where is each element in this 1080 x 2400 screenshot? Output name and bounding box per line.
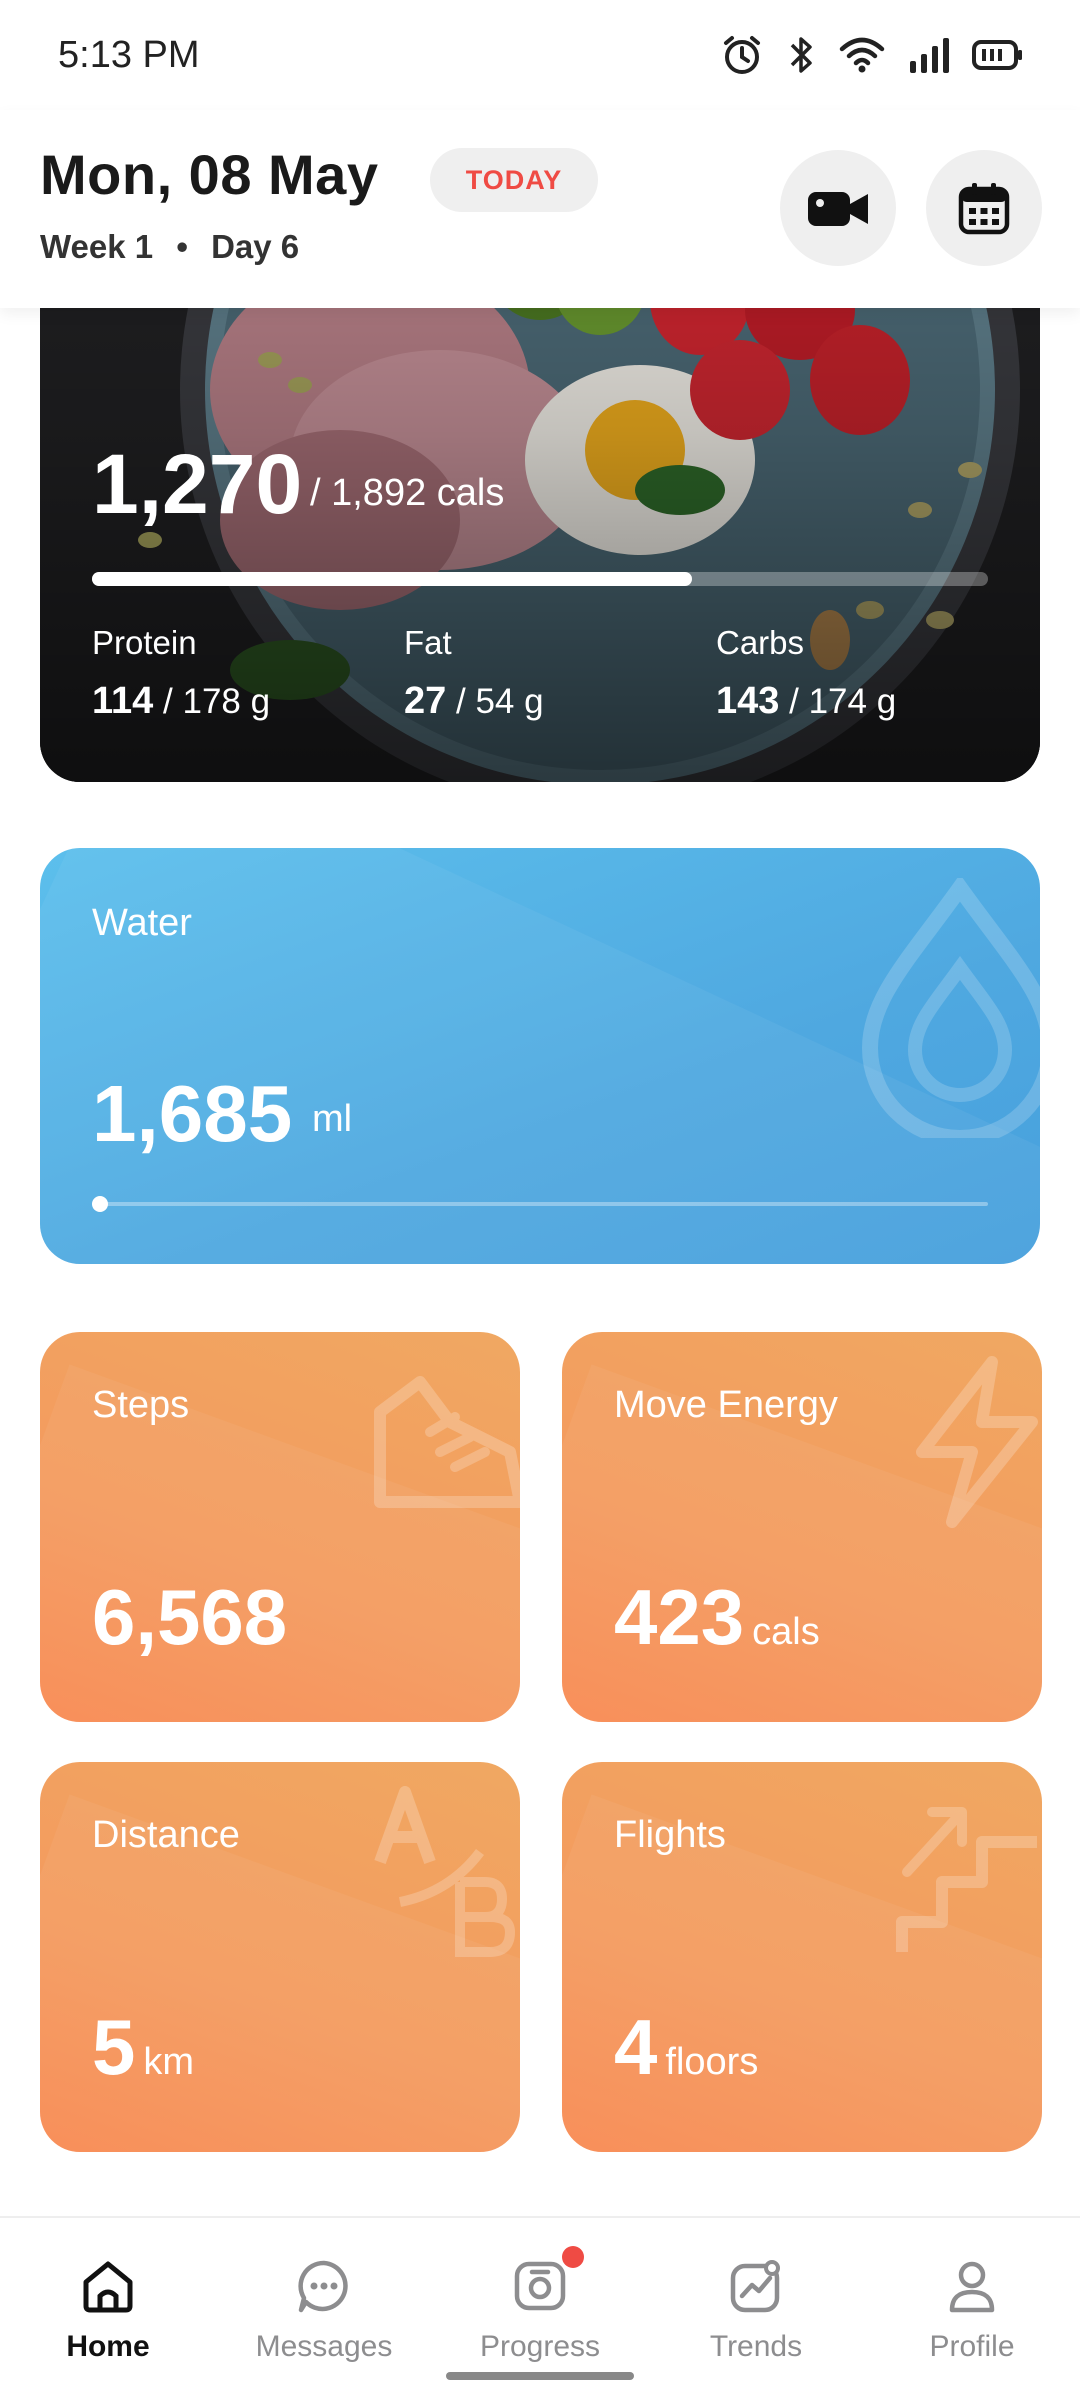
steps-card[interactable]: Steps 6,568 — [40, 1332, 520, 1722]
page-title: Mon, 08 May — [40, 143, 379, 206]
macro-label: Carbs — [716, 624, 805, 661]
calories-consumed: 1,270 — [92, 437, 303, 531]
shoe-icon — [374, 1376, 520, 1508]
calories-goal: / 1,892 cals — [310, 472, 505, 514]
nav-label: Home — [66, 2330, 150, 2363]
steps-value: 6,568 — [92, 1573, 288, 1661]
a-to-b-icon — [374, 1786, 516, 1957]
camera-icon — [512, 2256, 568, 2316]
flights-card[interactable]: Flights 4 floors — [562, 1762, 1042, 2152]
stairs-icon — [896, 1807, 1037, 1952]
macro-value-line: 114 / 178 g — [92, 680, 270, 723]
status-bar: 5:13 PM — [0, 0, 1080, 110]
bluetooth-icon — [790, 37, 812, 73]
day-number: 6 — [280, 228, 300, 265]
calories-progress-track — [92, 572, 988, 586]
signal-icon — [910, 38, 949, 73]
steps-label: Steps — [92, 1384, 190, 1426]
person-icon — [944, 2256, 1000, 2316]
distance-value-line: 5 km — [92, 2002, 194, 2093]
today-badge[interactable]: TODAY — [430, 148, 598, 212]
nav-label: Trends — [709, 2330, 803, 2363]
macro-value: 114 — [92, 680, 154, 722]
macro-label: Fat — [404, 624, 452, 661]
notification-dot — [562, 2246, 584, 2268]
distance-value: 5 — [92, 2003, 136, 2091]
water-value: 1,685 — [92, 1069, 293, 1158]
macro-value: 143 — [716, 680, 780, 722]
move-energy-value: 423 — [614, 1573, 745, 1661]
separator: • — [176, 228, 188, 265]
macro-value: 27 — [404, 680, 447, 722]
water-drop-icon — [861, 878, 1040, 1138]
flights-label: Flights — [614, 1814, 726, 1856]
water-label: Water — [92, 902, 192, 944]
week-day-subtitle: Week 1 • Day 6 — [40, 228, 299, 266]
water-unit: ml — [312, 1098, 353, 1140]
calendar-icon — [958, 183, 1010, 235]
week-label: Week — [40, 228, 126, 265]
calendar-button[interactable] — [926, 150, 1042, 266]
macro-value-line: 143 / 174 g — [716, 680, 896, 723]
battery-icon — [972, 40, 1022, 70]
video-camera-icon — [808, 192, 868, 226]
macro-goal: / 54 g — [456, 682, 544, 721]
macro-protein: Protein 114 / 178 g — [92, 624, 270, 723]
macro-value-line: 27 / 54 g — [404, 680, 544, 723]
macro-goal: / 178 g — [163, 682, 271, 721]
header: Mon, 08 May TODAY Week 1 • Day 6 — [0, 110, 1080, 308]
video-call-button[interactable] — [780, 150, 896, 266]
macro-fat: Fat 27 / 54 g — [404, 624, 544, 723]
move-energy-value-line: 423 cals — [614, 1572, 820, 1663]
distance-label: Distance — [92, 1814, 240, 1856]
nav-profile[interactable]: Profile — [864, 2218, 1080, 2400]
nav-label: Messages — [255, 2330, 393, 2363]
macro-goal: / 174 g — [789, 682, 897, 721]
distance-card[interactable]: Distance 5 km — [40, 1762, 520, 2152]
macro-carbs: Carbs 143 / 174 g — [716, 624, 896, 723]
calories-progress-fill — [92, 572, 693, 586]
status-icons — [720, 33, 1024, 77]
flights-value: 4 — [614, 2003, 658, 2091]
flights-value-line: 4 floors — [614, 2002, 758, 2093]
water-card[interactable]: Water 1,685 ml — [40, 848, 1040, 1264]
move-energy-unit: cals — [752, 1611, 820, 1653]
trend-icon — [728, 2256, 784, 2316]
chat-icon — [296, 2256, 352, 2316]
flights-unit: floors — [665, 2041, 759, 2083]
home-indicator[interactable] — [446, 2372, 634, 2380]
steps-value-line: 6,568 — [92, 1572, 295, 1663]
nav-label: Progress — [479, 2330, 601, 2363]
week-number: 1 — [134, 228, 154, 265]
distance-unit: km — [143, 2041, 195, 2083]
move-energy-card[interactable]: Move Energy 423 cals — [562, 1332, 1042, 1722]
water-progress-marker — [92, 1196, 108, 1212]
macro-label: Protein — [92, 624, 197, 661]
home-icon — [80, 2256, 136, 2316]
water-progress-track — [92, 1202, 988, 1206]
alarm-icon — [724, 36, 760, 74]
wifi-icon — [839, 37, 885, 73]
nav-label: Profile — [929, 2330, 1015, 2363]
nav-trends[interactable]: Trends — [648, 2218, 864, 2400]
day-label: Day — [211, 228, 272, 265]
status-time: 5:13 PM — [58, 33, 200, 76]
nav-messages[interactable]: Messages — [216, 2218, 432, 2400]
lightning-icon — [916, 1356, 1038, 1528]
move-energy-label: Move Energy — [614, 1384, 838, 1426]
nav-home[interactable]: Home — [0, 2218, 216, 2400]
